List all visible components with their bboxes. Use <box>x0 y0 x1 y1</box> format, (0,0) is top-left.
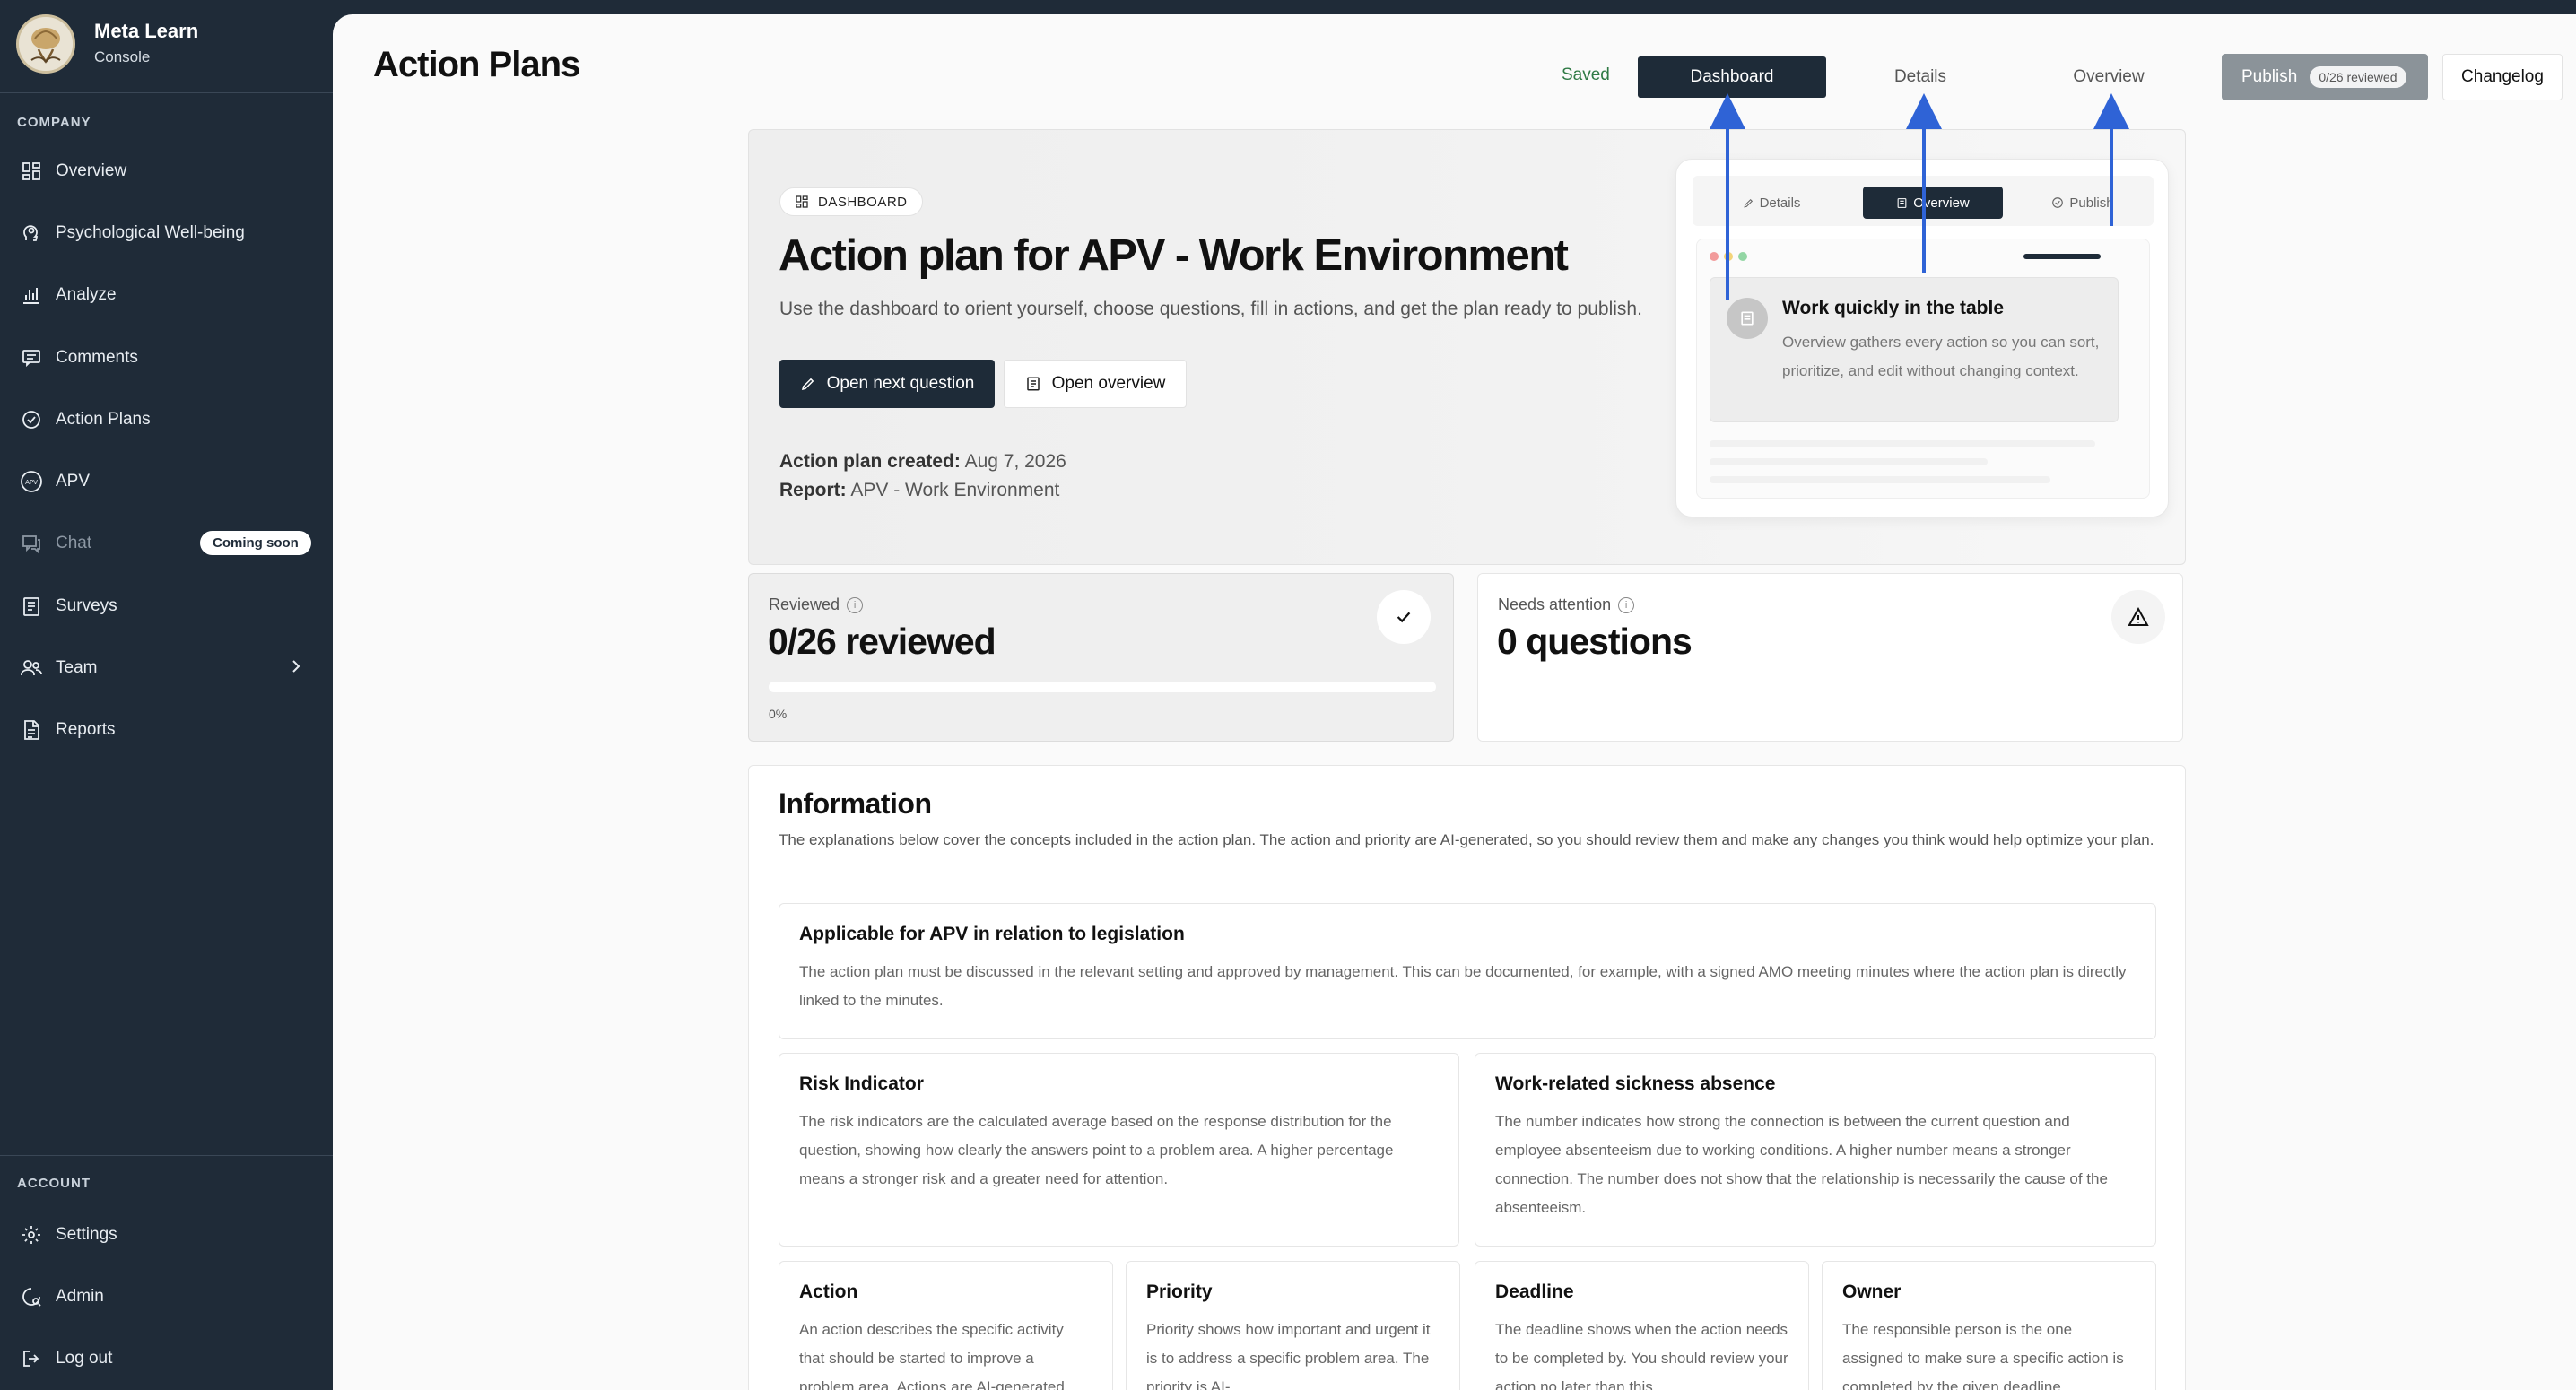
info-box-deadline: Deadline The deadline shows when the act… <box>1475 1261 1809 1390</box>
info-box-text: The action plan must be discussed in the… <box>799 963 2127 1009</box>
apv-icon: APV <box>18 468 45 495</box>
main-panel: Action Plans Saved Dashboard Details Ove… <box>333 14 2576 1390</box>
info-box-priority: Priority Priority shows how important an… <box>1126 1261 1460 1390</box>
account-section-label: ACCOUNT <box>17 1176 91 1191</box>
information-section: Information The explanations below cover… <box>748 765 2186 1390</box>
info-box-legislation: Applicable for APV in relation to legisl… <box>779 903 2156 1039</box>
admin-icon <box>18 1283 45 1310</box>
sidebar-item-analyze[interactable]: Analyze <box>0 270 333 320</box>
created-label: Action plan created: <box>779 451 961 472</box>
info-box-title: Risk Indicator <box>799 1073 924 1094</box>
sidebar-item-label: Psychological Well-being <box>56 223 245 242</box>
svg-text:APV: APV <box>25 479 38 486</box>
sidebar-item-label: APV <box>56 472 91 491</box>
attention-label-row: Needs attention i <box>1498 595 1635 614</box>
annotation-arrows <box>1710 93 2129 300</box>
sidebar-item-label: Comments <box>56 348 138 367</box>
sidebar-item-label: Log out <box>56 1349 113 1368</box>
chat-icon <box>18 530 45 557</box>
sidebar-item-label: Team <box>56 658 98 677</box>
bar-chart-icon <box>18 282 45 308</box>
info-box-risk-indicator: Risk Indicator The risk indicators are t… <box>779 1053 1459 1247</box>
clipboard-icon <box>18 593 45 620</box>
sidebar-item-apv[interactable]: APV APV <box>0 456 333 507</box>
brand-header[interactable]: Meta Learn Console <box>0 0 333 93</box>
attention-label: Needs attention <box>1498 595 1612 613</box>
placeholder-line <box>1710 440 2095 447</box>
chevron-right-icon[interactable] <box>289 656 303 682</box>
info-box-title: Owner <box>1842 1281 1902 1302</box>
sidebar-item-label: Surveys <box>56 596 117 615</box>
sidebar-item-chat[interactable]: Chat Coming soon <box>0 518 333 569</box>
info-box-title: Priority <box>1146 1281 1213 1302</box>
grid-icon <box>18 158 45 185</box>
head-icon <box>18 220 45 247</box>
info-box-title: Action <box>799 1281 858 1302</box>
logout-icon <box>18 1345 45 1372</box>
info-icon[interactable]: i <box>847 596 864 613</box>
document-icon <box>18 717 45 743</box>
sidebar-item-comments[interactable]: Comments <box>0 333 333 383</box>
info-box-title: Work-related sickness absence <box>1495 1073 1776 1094</box>
reviewed-card: Reviewed i 0/26 reviewed 0% <box>748 573 1454 742</box>
needs-attention-card: Needs attention i 0 questions <box>1477 573 2183 742</box>
users-icon <box>18 655 45 682</box>
sidebar-item-logout[interactable]: Log out <box>0 1334 333 1384</box>
info-box-text: The number indicates how strong the conn… <box>1495 1113 2108 1216</box>
sidebar-item-admin[interactable]: Admin <box>0 1272 333 1322</box>
sidebar-item-label: Reports <box>56 720 116 739</box>
reviewed-label: Reviewed <box>769 595 840 613</box>
sidebar: Meta Learn Console COMPANY Overview Psyc… <box>0 0 333 1390</box>
placeholder-line <box>1710 458 1988 465</box>
report-value: APV - Work Environment <box>850 480 1060 500</box>
information-title: Information <box>779 787 932 820</box>
created-date-row: Action plan created: Aug 7, 2026 <box>779 451 1066 473</box>
sidebar-item-psychological-well-being[interactable]: Psychological Well-being <box>0 208 333 258</box>
info-box-title: Deadline <box>1495 1281 1574 1302</box>
sidebar-item-label: Analyze <box>56 285 117 304</box>
sidebar-item-reports[interactable]: Reports <box>0 705 333 755</box>
info-icon[interactable]: i <box>1618 596 1635 613</box>
info-box-sickness-absence: Work-related sickness absence The number… <box>1475 1053 2156 1247</box>
warning-icon <box>2111 590 2165 644</box>
brand-subtitle: Console <box>94 48 151 65</box>
reviewed-value: 0/26 reviewed <box>768 621 996 662</box>
info-box-text: An action describes the specific activit… <box>799 1321 1065 1390</box>
sidebar-item-team[interactable]: Team <box>0 643 333 693</box>
brand-name: Meta Learn <box>94 20 199 42</box>
sidebar-item-label: Admin <box>56 1287 104 1306</box>
info-box-action: Action An action describes the specific … <box>779 1261 1113 1390</box>
brand-logo <box>16 14 75 74</box>
created-value: Aug 7, 2026 <box>964 451 1066 472</box>
placeholder-line <box>1710 476 2050 483</box>
reviewed-percent: 0% <box>769 707 788 721</box>
gear-icon <box>18 1221 45 1248</box>
account-divider <box>0 1155 333 1156</box>
sidebar-item-label: Chat <box>56 534 92 552</box>
checkmark-icon <box>1377 590 1431 644</box>
coming-soon-badge: Coming soon <box>200 531 311 555</box>
sidebar-item-overview[interactable]: Overview <box>0 146 333 196</box>
sidebar-item-label: Overview <box>56 161 127 180</box>
company-section-label: COMPANY <box>17 115 91 130</box>
report-label: Report: <box>779 480 847 500</box>
info-box-text: The responsible person is the one assign… <box>1842 1321 2124 1390</box>
comment-icon <box>18 344 45 371</box>
info-box-text: Priority shows how important and urgent … <box>1146 1321 1431 1390</box>
info-box-text: The risk indicators are the calculated a… <box>799 1113 1394 1187</box>
report-row: Report: APV - Work Environment <box>779 480 1059 501</box>
information-description: The explanations below cover the concept… <box>779 831 2154 848</box>
reviewed-label-row: Reviewed i <box>769 595 864 614</box>
info-box-title: Applicable for APV in relation to legisl… <box>799 924 1185 944</box>
sidebar-item-action-plans[interactable]: Action Plans <box>0 395 333 445</box>
sidebar-item-surveys[interactable]: Surveys <box>0 581 333 631</box>
sidebar-item-label: Action Plans <box>56 410 151 429</box>
check-circle-icon <box>18 406 45 433</box>
info-box-text: The deadline shows when the action needs… <box>1495 1321 1788 1390</box>
sidebar-item-label: Settings <box>56 1225 117 1244</box>
info-box-owner: Owner The responsible person is the one … <box>1822 1261 2156 1390</box>
reviewed-progress-bar <box>769 682 1436 692</box>
sidebar-item-settings[interactable]: Settings <box>0 1210 333 1260</box>
attention-value: 0 questions <box>1497 621 1693 662</box>
